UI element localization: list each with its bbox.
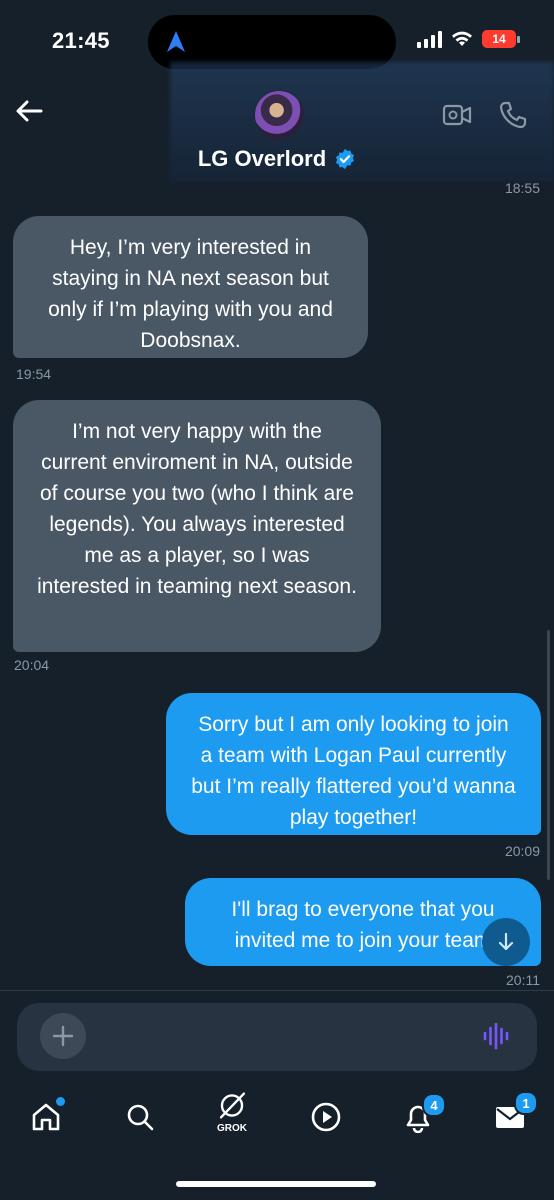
battery-level: 14 <box>492 32 506 46</box>
home-indicator[interactable] <box>176 1181 376 1187</box>
message-timestamp: 20:09 <box>504 843 540 859</box>
contact-header[interactable]: LG Overlord <box>0 146 554 172</box>
plus-icon <box>52 1025 74 1047</box>
home-notification-dot <box>54 1095 67 1108</box>
divider <box>0 990 554 991</box>
nav-video[interactable] <box>304 1095 348 1139</box>
add-media-button[interactable] <box>40 1013 86 1059</box>
back-arrow-icon[interactable] <box>14 96 44 126</box>
play-circle-icon <box>311 1102 341 1132</box>
avatar[interactable] <box>254 90 304 140</box>
nav-notifications[interactable]: 4 <box>396 1093 446 1139</box>
search-icon <box>127 1104 154 1131</box>
nav-messages[interactable]: 1 <box>488 1091 538 1139</box>
nav-search[interactable] <box>118 1095 162 1139</box>
incoming-message[interactable]: I’m not very happy with the current envi… <box>13 400 381 652</box>
message-timestamp: 20:04 <box>14 657 50 673</box>
grok-icon <box>219 1092 246 1119</box>
message-timestamp: 20:11 <box>506 972 540 988</box>
nav-grok[interactable]: GROK <box>210 1090 254 1134</box>
grok-label: GROK <box>217 1123 247 1134</box>
notifications-badge: 4 <box>422 1093 446 1117</box>
previous-timestamp: 18:55 <box>504 180 540 196</box>
scrollbar[interactable] <box>547 630 550 880</box>
location-arrow-icon <box>167 31 185 52</box>
incoming-message[interactable]: Hey, I’m very interested in staying in N… <box>13 216 368 358</box>
messages-badge: 1 <box>514 1091 538 1115</box>
phone-call-icon[interactable] <box>498 100 528 130</box>
video-call-icon[interactable] <box>442 102 472 128</box>
arrow-down-icon <box>498 932 514 951</box>
status-time: 21:45 <box>52 28 110 53</box>
status-icons: 14 <box>417 30 520 48</box>
message-timestamp: 19:54 <box>16 366 52 382</box>
voice-wave-icon[interactable] <box>482 1022 512 1050</box>
contact-name: LG Overlord <box>197 146 327 171</box>
wifi-icon <box>452 31 472 46</box>
signal-icon <box>417 30 442 48</box>
dynamic-island <box>148 15 396 69</box>
outgoing-message[interactable]: Sorry but I am only looking to join a te… <box>166 693 541 835</box>
scroll-to-bottom-button[interactable] <box>482 918 530 966</box>
verified-badge-icon <box>336 148 355 170</box>
message-composer[interactable] <box>17 1003 537 1071</box>
nav-home[interactable] <box>24 1095 68 1139</box>
battery-icon: 14 <box>482 30 520 48</box>
